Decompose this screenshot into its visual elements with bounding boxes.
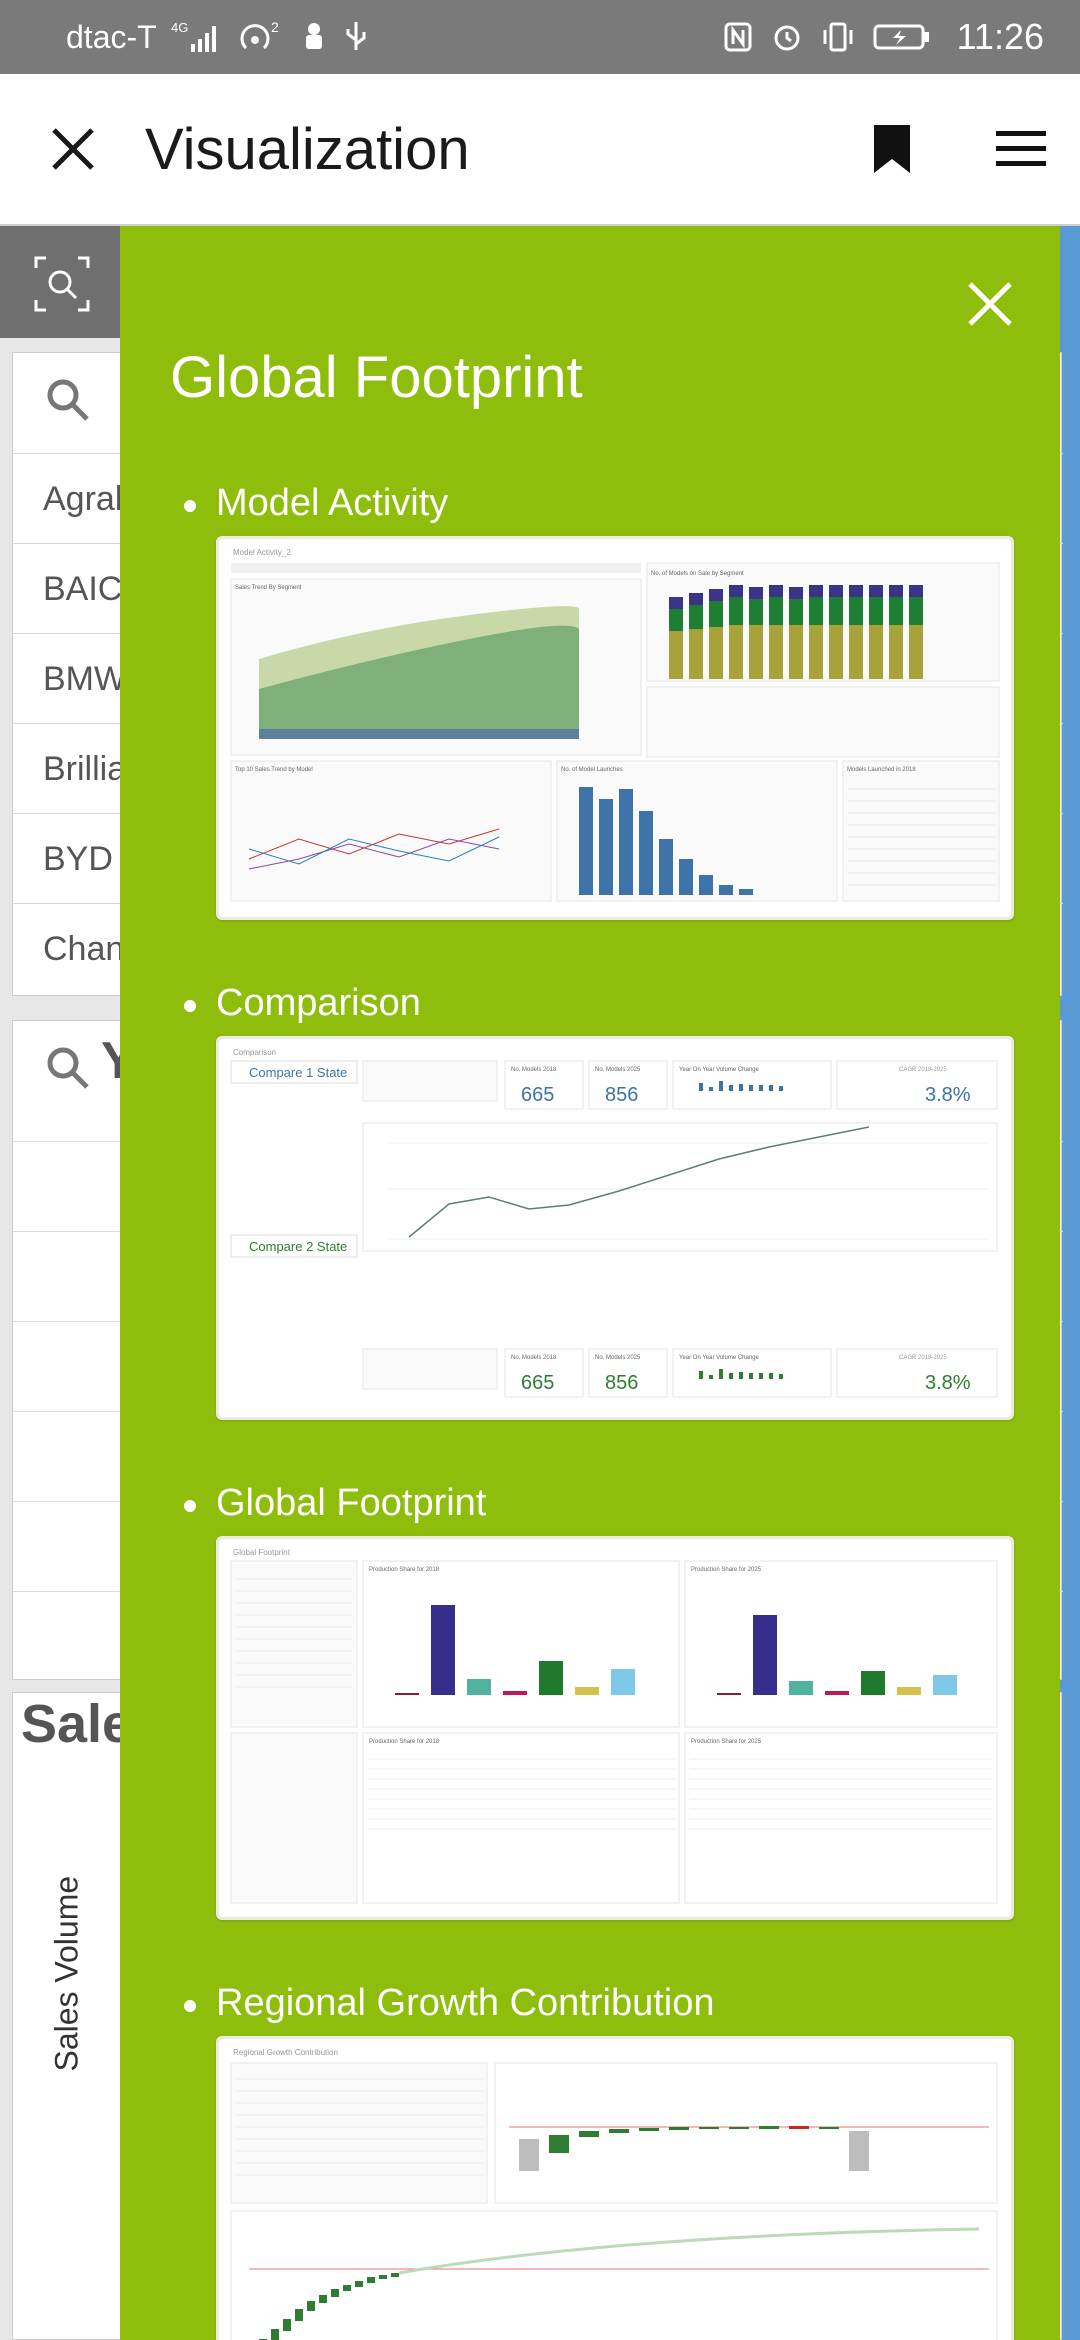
svg-text:Year On Year Volume Change: Year On Year Volume Change xyxy=(679,1067,760,1073)
bookmark-icon xyxy=(874,125,910,173)
close-icon xyxy=(51,128,94,170)
svg-text:Year On Year Volume Change: Year On Year Volume Change xyxy=(679,1355,760,1361)
usb-icon xyxy=(343,20,369,54)
svg-text:3.8%: 3.8% xyxy=(925,1372,971,1394)
sheet-thumbnail[interactable]: Comparison Compare 1 State Compare 2 Sta… xyxy=(216,1036,1014,1420)
sheet-label[interactable]: Global Footprint xyxy=(216,1482,486,1525)
svg-text:Models Launched in 2018: Models Launched in 2018 xyxy=(847,767,916,773)
status-bar: dtac-T 4G 2 11:26 xyxy=(0,0,1080,74)
svg-text:No. Models 2018: No. Models 2018 xyxy=(511,1355,557,1361)
sheet-thumbnail[interactable]: Global Footprint Production Share for 20… xyxy=(216,1536,1014,1920)
svg-text:2: 2 xyxy=(271,20,279,35)
global-footprint-preview: Global Footprint Production Share for 20… xyxy=(230,1548,998,1904)
bullet xyxy=(184,1500,196,1512)
page-title: Visualization xyxy=(145,116,470,182)
svg-text:Sales Trend By Segment: Sales Trend By Segment xyxy=(235,585,302,591)
sheet-thumbnail[interactable]: Regional Growth Contribution xyxy=(216,2036,1014,2340)
sheet-label[interactable]: Comparison xyxy=(216,982,421,1025)
bullet xyxy=(184,2000,196,2012)
close-button[interactable] xyxy=(0,73,145,225)
thumb-header: Model Activity_2 xyxy=(233,548,291,557)
svg-text:665: 665 xyxy=(521,1084,554,1106)
svg-text:Production Share for 2018: Production Share for 2018 xyxy=(369,1567,440,1573)
clock: 11:26 xyxy=(956,16,1044,57)
sheet-thumbnail[interactable]: Model Activity_2 Sales Trend By Segment … xyxy=(216,536,1014,920)
svg-text:Compare 1 State: Compare 1 State xyxy=(249,1065,347,1080)
hotspot-icon: 2 xyxy=(239,20,285,54)
svg-text:Compare 2 State: Compare 2 State xyxy=(249,1239,347,1254)
sheet-label[interactable]: Regional Growth Contribution xyxy=(216,1982,715,2025)
search-icon[interactable] xyxy=(39,1039,99,1099)
svg-text:CAGR 2018-2025: CAGR 2018-2025 xyxy=(899,1067,947,1073)
y-axis-label: Sales Volume xyxy=(48,1875,85,2072)
svg-text:665: 665 xyxy=(521,1372,554,1394)
svg-text:No. Models 2018: No. Models 2018 xyxy=(511,1067,557,1073)
svg-text:4G: 4G xyxy=(171,20,188,35)
comparison-preview: Comparison Compare 1 State Compare 2 Sta… xyxy=(230,1048,998,1398)
svg-text:Production Share for 2018: Production Share for 2018 xyxy=(369,1739,440,1745)
svg-text:No. Models 2025: No. Models 2025 xyxy=(595,1355,641,1361)
svg-text:Global Footprint: Global Footprint xyxy=(233,1548,291,1557)
svg-text:CAGR 2018-2025: CAGR 2018-2025 xyxy=(899,1355,947,1361)
side-accent xyxy=(1060,226,1080,2340)
svg-text:856: 856 xyxy=(605,1372,638,1394)
svg-text:Comparison: Comparison xyxy=(233,1048,276,1057)
menu-button[interactable] xyxy=(976,73,1066,225)
panel-title: Global Footprint xyxy=(170,345,583,410)
smart-search-icon[interactable] xyxy=(32,254,92,314)
sheets-panel: Global Footprint Model Activity Model Ac… xyxy=(120,226,1060,2340)
svg-text:3.8%: 3.8% xyxy=(925,1084,971,1106)
bullet xyxy=(184,500,196,512)
svg-text:Production Share for 2025: Production Share for 2025 xyxy=(691,1739,762,1745)
battery-icon xyxy=(873,20,931,54)
bullet xyxy=(184,1000,196,1012)
alarm-icon xyxy=(771,20,803,54)
svg-text:Top 10 Sales Trend by Model: Top 10 Sales Trend by Model xyxy=(235,767,313,773)
bookmark-button[interactable] xyxy=(852,73,932,225)
svg-text:Regional Growth Contribution: Regional Growth Contribution xyxy=(233,2048,338,2057)
regional-growth-preview: Regional Growth Contribution xyxy=(230,2048,998,2340)
carrier-label: dtac-T xyxy=(66,18,157,55)
model-activity-preview: Model Activity_2 Sales Trend By Segment … xyxy=(230,548,1000,902)
notification-icon xyxy=(299,20,329,54)
vibrate-icon xyxy=(821,20,855,54)
svg-text:No. of Model Launches: No. of Model Launches xyxy=(561,767,623,773)
svg-text:No. of Models on Sale by Segme: No. of Models on Sale by Segment xyxy=(651,571,744,577)
hamburger-icon xyxy=(996,131,1046,166)
panel-close-button[interactable] xyxy=(950,264,1030,344)
card-heading: Sale xyxy=(21,1694,133,1754)
signal-icon: 4G xyxy=(171,20,225,54)
svg-text:Production Share for 2025: Production Share for 2025 xyxy=(691,1567,762,1573)
nfc-icon xyxy=(723,20,753,54)
close-icon xyxy=(968,282,1012,326)
sheet-label[interactable]: Model Activity xyxy=(216,482,448,525)
app-bar: Visualization xyxy=(0,74,1080,226)
svg-text:856: 856 xyxy=(605,1084,638,1106)
svg-text:No. Models 2025: No. Models 2025 xyxy=(595,1067,641,1073)
search-icon[interactable] xyxy=(39,371,99,431)
